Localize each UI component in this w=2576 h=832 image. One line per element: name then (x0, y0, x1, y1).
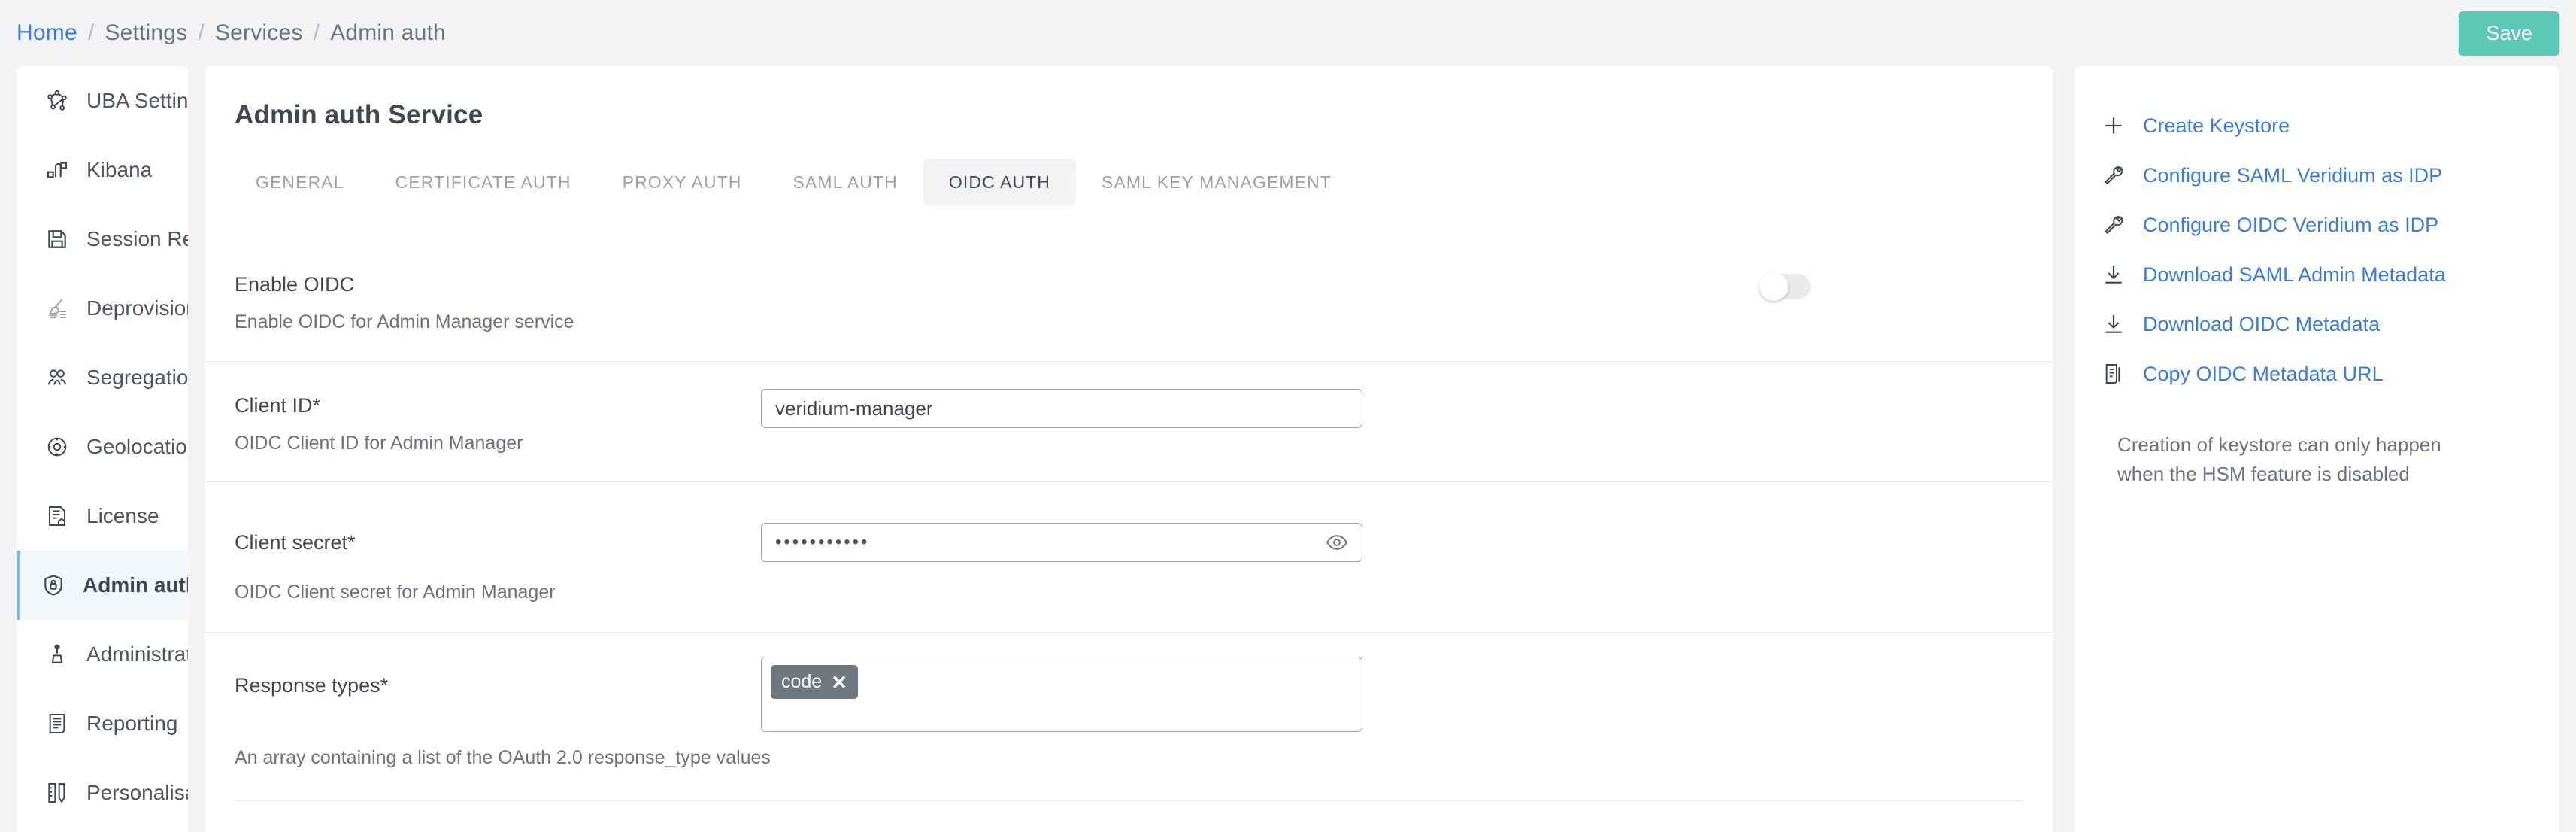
form-row-response-types: Response types* code ✕ (205, 632, 2053, 741)
sidebar-item-label: Reporting (86, 712, 177, 736)
form-row-enable-oidc: Enable OIDC Enable OIDC for Admin Manage… (205, 241, 2053, 361)
sidebar-item-geolocation[interactable]: Geolocation (17, 412, 188, 481)
action-configure-saml-idp[interactable]: Configure SAML Veridium as IDP (2101, 150, 2559, 200)
download-icon (2101, 311, 2126, 337)
tab-oidc-auth[interactable]: OIDC AUTH (923, 159, 1076, 206)
client-secret-value: ••••••••••• (775, 532, 869, 553)
sidebar-item-label: License (86, 504, 159, 528)
client-id-label: Client ID* (235, 393, 761, 419)
kibana-icon (44, 157, 70, 183)
breadcrumb-separator: / (303, 20, 331, 46)
action-copy-oidc-metadata-url[interactable]: Copy OIDC Metadata URL (2101, 349, 2559, 399)
shield-lock-icon (41, 572, 66, 598)
actions-list: Create Keystore Configure SAML Veridium … (2075, 66, 2559, 399)
response-types-input[interactable]: code ✕ (761, 657, 1362, 732)
broom-icon (44, 296, 70, 321)
oidc-settings-form: Enable OIDC Enable OIDC for Admin Manage… (205, 241, 2053, 801)
sidebar: UBA Settings Kibana Session Retention (17, 66, 188, 832)
network-graph-icon (44, 88, 70, 114)
action-label: Create Keystore (2143, 114, 2290, 138)
sidebar-item-label: UBA Settings (86, 89, 188, 113)
action-label: Configure OIDC Veridium as IDP (2143, 214, 2438, 237)
top-bar: Home / Settings / Services / Admin auth … (0, 0, 2576, 66)
sidebar-item-label: Geolocation (86, 435, 188, 459)
page-title: Admin auth Service (205, 66, 2053, 130)
users-icon (44, 365, 70, 390)
tab-proxy-auth[interactable]: PROXY AUTH (597, 159, 768, 206)
download-icon (2101, 262, 2126, 287)
breadcrumb-item-admin-auth: Admin auth (330, 20, 446, 46)
sidebar-item-label: Personalisation (86, 781, 188, 805)
tab-saml-auth[interactable]: SAML AUTH (767, 159, 923, 206)
client-id-description: OIDC Client ID for Admin Manager (235, 431, 761, 456)
sidebar-item-label: Admin auth (83, 573, 188, 597)
enable-oidc-label: Enable OIDC (235, 272, 761, 298)
sidebar-item-deprovisioning[interactable]: Deprovisioning (17, 274, 188, 343)
breadcrumb: Home / Settings / Services / Admin auth (0, 20, 446, 46)
sidebar-item-label: Kibana (86, 158, 152, 182)
client-secret-label: Client secret* (235, 530, 761, 556)
sidebar-item-label: Deprovisioning (86, 296, 188, 320)
save-button[interactable]: Save (2459, 11, 2559, 56)
form-row-client-id: Client ID* OIDC Client ID for Admin Mana… (205, 361, 2053, 481)
client-id-input[interactable]: veridium-manager (761, 389, 1362, 428)
sidebar-item-administrators[interactable]: Administrators (17, 620, 188, 689)
keystore-note: Creation of keystore can only happen whe… (2117, 430, 2478, 489)
action-label: Copy OIDC Metadata URL (2143, 363, 2384, 386)
sidebar-item-reporting[interactable]: Reporting (17, 689, 188, 758)
sidebar-item-uba-settings[interactable]: UBA Settings (17, 66, 188, 135)
action-create-keystore[interactable]: Create Keystore (2101, 101, 2559, 150)
floppy-disk-icon (44, 226, 70, 252)
tab-bar: GENERAL CERTIFICATE AUTH PROXY AUTH SAML… (205, 159, 2053, 206)
tab-certificate-auth[interactable]: CERTIFICATE AUTH (370, 159, 597, 206)
action-download-oidc-metadata[interactable]: Download OIDC Metadata (2101, 299, 2559, 349)
sidebar-item-label: Administrators (86, 642, 188, 667)
tab-general[interactable]: GENERAL (230, 159, 370, 206)
enable-oidc-toggle[interactable] (1759, 274, 1811, 299)
eye-icon[interactable] (1326, 531, 1348, 554)
toggle-knob (1759, 272, 1788, 301)
action-download-saml-metadata[interactable]: Download SAML Admin Metadata (2101, 250, 2559, 299)
action-label: Download SAML Admin Metadata (2143, 263, 2446, 287)
copy-doc-icon (2101, 361, 2126, 387)
sidebar-item-label: Session Retention (86, 227, 188, 251)
plus-icon (2101, 113, 2126, 138)
response-types-label: Response types* (235, 673, 761, 699)
sidebar-item-license[interactable]: License (17, 481, 188, 551)
sidebar-item-personalisation[interactable]: Personalisation (17, 758, 188, 827)
action-label: Download OIDC Metadata (2143, 313, 2380, 336)
client-secret-description: OIDC Client secret for Admin Manager (235, 580, 761, 605)
sidebar-item-kibana[interactable]: Kibana (17, 135, 188, 205)
form-row-client-secret: Client secret* OIDC Client secret for Ad… (205, 481, 2053, 632)
breadcrumb-separator: / (77, 20, 105, 46)
sidebar-item-session-retention[interactable]: Session Retention (17, 205, 188, 274)
breadcrumb-item-services[interactable]: Services (215, 20, 303, 46)
actions-panel: Create Keystore Configure SAML Veridium … (2075, 66, 2559, 832)
close-icon[interactable]: ✕ (831, 673, 847, 692)
enable-oidc-description: Enable OIDC for Admin Manager service (235, 310, 761, 335)
main-content-card: Admin auth Service GENERAL CERTIFICATE A… (205, 66, 2053, 832)
license-doc-icon (44, 503, 70, 529)
tab-saml-key-management[interactable]: SAML KEY MANAGEMENT (1076, 159, 1357, 206)
sliders-icon (44, 780, 70, 806)
sidebar-item-admin-auth[interactable]: Admin auth (17, 551, 188, 620)
report-doc-icon (44, 711, 70, 736)
action-configure-oidc-idp[interactable]: Configure OIDC Veridium as IDP (2101, 200, 2559, 250)
person-icon (44, 642, 70, 667)
breadcrumb-separator: / (187, 20, 215, 46)
form-divider (235, 800, 2023, 801)
wrench-icon (2101, 212, 2126, 238)
sidebar-item-label: Segregation (86, 366, 188, 390)
breadcrumb-item-home[interactable]: Home (17, 20, 77, 46)
chip-label: code (781, 671, 822, 693)
sidebar-item-segregation[interactable]: Segregation (17, 343, 188, 412)
globe-icon (44, 434, 70, 460)
action-label: Configure SAML Veridium as IDP (2143, 164, 2442, 187)
client-secret-input[interactable]: ••••••••••• (761, 523, 1362, 562)
response-types-description: An array containing a list of the OAuth … (205, 745, 2053, 770)
response-type-chip[interactable]: code ✕ (771, 665, 858, 699)
breadcrumb-item-settings[interactable]: Settings (105, 20, 187, 46)
wrench-icon (2101, 162, 2126, 188)
